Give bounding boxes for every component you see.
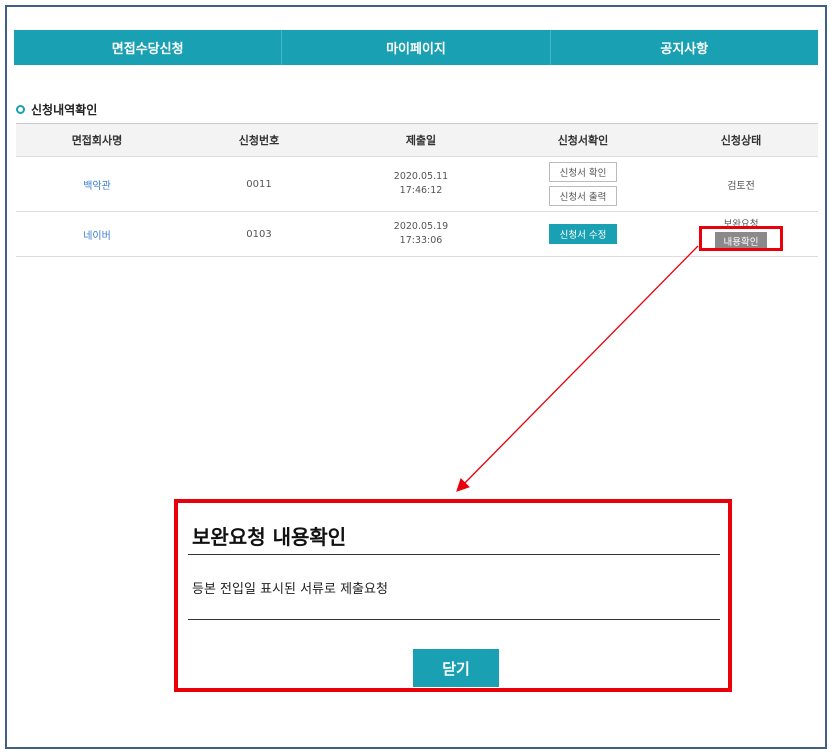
modal-message: 등본 전입일 표시된 서류로 제출요청 (192, 582, 388, 597)
supplement-request-modal: 보완요청 내용확인 등본 전입일 표시된 서류로 제출요청 닫기 (174, 499, 732, 692)
modal-divider (188, 554, 720, 555)
modal-title: 보완요청 내용확인 (192, 525, 347, 549)
close-button[interactable]: 닫기 (413, 649, 499, 687)
modal-divider (188, 619, 720, 620)
